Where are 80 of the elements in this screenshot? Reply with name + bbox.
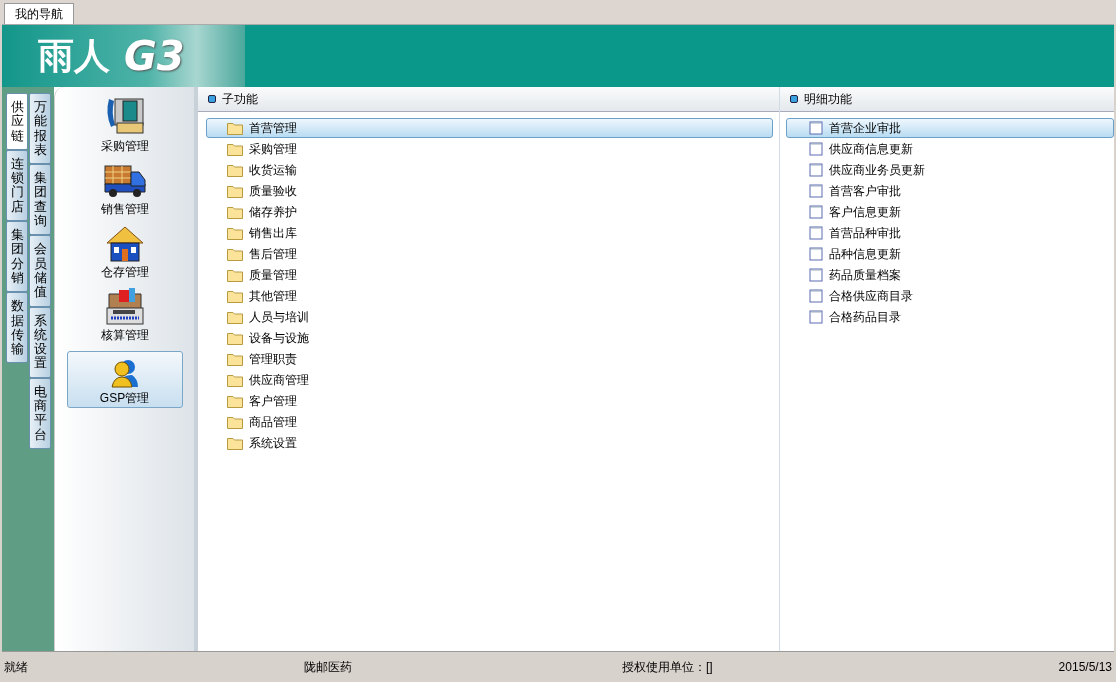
person-icon bbox=[109, 357, 140, 389]
document-icon bbox=[809, 310, 823, 324]
folder-icon bbox=[227, 121, 243, 135]
module-button[interactable]: GSP管理 bbox=[66, 351, 183, 408]
folder-icon bbox=[227, 289, 243, 303]
list-item[interactable]: 商品管理 bbox=[206, 412, 773, 432]
status-date: 2015/5/13 bbox=[1058, 659, 1112, 676]
list-item[interactable]: 药品质量档案 bbox=[786, 265, 1114, 285]
folder-icon bbox=[227, 247, 243, 261]
list-item[interactable]: 客户信息更新 bbox=[786, 202, 1114, 222]
list-item[interactable]: 质量管理 bbox=[206, 265, 773, 285]
list-item[interactable]: 供应商业务员更新 bbox=[786, 160, 1114, 180]
vertical-tab[interactable]: 集团分销 bbox=[6, 221, 28, 293]
status-text: 就绪 bbox=[4, 659, 29, 676]
truck-icon bbox=[102, 162, 147, 200]
logo-text: 雨人 bbox=[38, 38, 110, 74]
document-icon bbox=[809, 121, 823, 135]
vertical-tab[interactable]: 万能报表 bbox=[29, 93, 51, 165]
vertical-tab[interactable]: 数据传输 bbox=[6, 292, 28, 364]
document-icon bbox=[809, 205, 823, 219]
document-icon bbox=[809, 226, 823, 240]
document-icon bbox=[809, 163, 823, 177]
list-item[interactable]: 销售出库 bbox=[206, 223, 773, 243]
folder-icon bbox=[227, 373, 243, 387]
list-item[interactable]: 系统设置 bbox=[206, 433, 773, 453]
logo-mark: G3 bbox=[124, 36, 185, 76]
vertical-tab[interactable]: 供应链 bbox=[6, 93, 28, 150]
house-icon bbox=[104, 225, 145, 263]
folder-icon bbox=[227, 205, 243, 219]
bullet-icon bbox=[208, 95, 216, 103]
list-item[interactable]: 首营管理 bbox=[206, 118, 773, 138]
document-icon bbox=[809, 184, 823, 198]
module-button[interactable]: 销售管理 bbox=[66, 162, 183, 219]
list-item[interactable]: 供应商管理 bbox=[206, 370, 773, 390]
panel-title: 明细功能 bbox=[804, 91, 852, 108]
list-item[interactable]: 品种信息更新 bbox=[786, 244, 1114, 264]
bullet-icon bbox=[790, 95, 798, 103]
list-item[interactable]: 合格药品目录 bbox=[786, 307, 1114, 327]
folder-icon bbox=[227, 268, 243, 282]
list-item[interactable]: 售后管理 bbox=[206, 244, 773, 264]
list-item[interactable]: 人员与培训 bbox=[206, 307, 773, 327]
folder-icon bbox=[227, 226, 243, 240]
list-item[interactable]: 首营客户审批 bbox=[786, 181, 1114, 201]
document-icon bbox=[809, 289, 823, 303]
list-item[interactable]: 采购管理 bbox=[206, 139, 773, 159]
navigation-tab[interactable]: 我的导航 bbox=[4, 3, 74, 24]
list-item[interactable]: 其他管理 bbox=[206, 286, 773, 306]
list-item[interactable]: 客户管理 bbox=[206, 391, 773, 411]
folder-icon bbox=[227, 352, 243, 366]
document-icon bbox=[809, 247, 823, 261]
folder-icon bbox=[227, 310, 243, 324]
document-icon bbox=[809, 142, 823, 156]
panel-title: 子功能 bbox=[222, 91, 258, 108]
folder-icon bbox=[227, 394, 243, 408]
vertical-tab[interactable]: 连锁门店 bbox=[6, 149, 28, 222]
list-item[interactable]: 首营企业审批 bbox=[786, 118, 1114, 138]
folder-icon bbox=[227, 436, 243, 450]
folder-icon bbox=[227, 184, 243, 198]
vertical-tab[interactable]: 电商平台 bbox=[29, 377, 51, 449]
list-item[interactable]: 质量验收 bbox=[206, 181, 773, 201]
module-button[interactable]: 仓存管理 bbox=[66, 225, 183, 282]
vertical-tab[interactable]: 会员储值 bbox=[29, 235, 51, 307]
list-item[interactable]: 设备与设施 bbox=[206, 328, 773, 348]
folder-icon bbox=[227, 142, 243, 156]
document-icon bbox=[809, 268, 823, 282]
list-item[interactable]: 管理职责 bbox=[206, 349, 773, 369]
list-item[interactable]: 收货运输 bbox=[206, 160, 773, 180]
list-item[interactable]: 供应商信息更新 bbox=[786, 139, 1114, 159]
license-text: 授权使用单位：[] bbox=[622, 659, 714, 676]
folder-icon bbox=[227, 331, 243, 345]
folder-icon bbox=[227, 163, 243, 177]
list-item[interactable]: 储存养护 bbox=[206, 202, 773, 222]
list-item[interactable]: 首营品种审批 bbox=[786, 223, 1114, 243]
company-name: 陇邮医药 bbox=[304, 659, 353, 676]
vertical-tab[interactable]: 系统设置 bbox=[29, 306, 51, 378]
list-item[interactable]: 合格供应商目录 bbox=[786, 286, 1114, 306]
module-button[interactable]: 采购管理 bbox=[66, 99, 183, 156]
folder-icon bbox=[227, 415, 243, 429]
vertical-tab[interactable]: 集团查询 bbox=[29, 164, 51, 236]
module-button[interactable]: 核算管理 bbox=[66, 288, 183, 345]
